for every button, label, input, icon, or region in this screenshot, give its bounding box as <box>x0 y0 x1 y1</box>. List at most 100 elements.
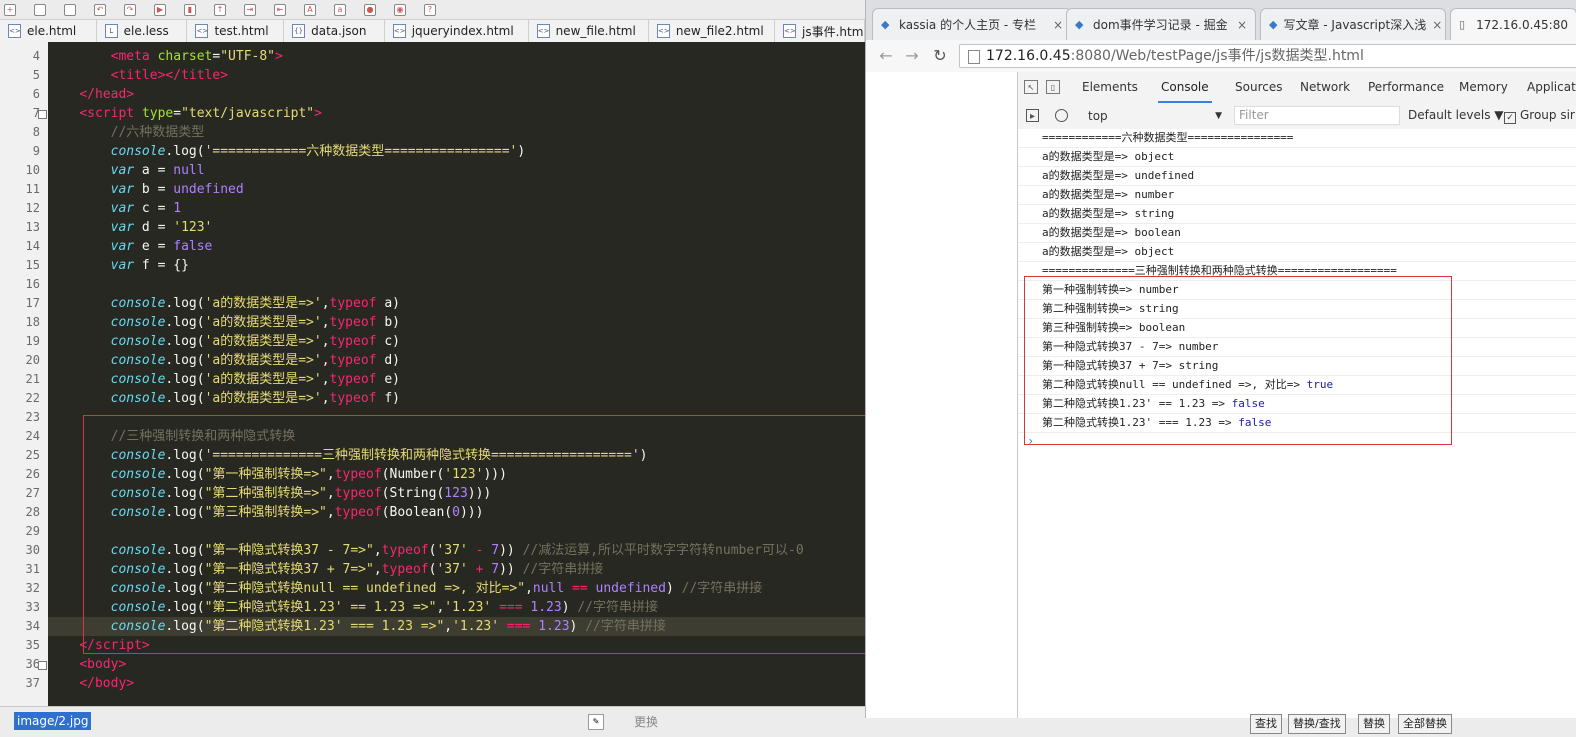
console-line: a的数据类型是=> boolean <box>1018 224 1576 243</box>
console-prompt-icon[interactable]: › <box>1027 434 1034 448</box>
console-toolbar: ▸ top ▼ Filter Default levels ▼ ✓ Group si… <box>1018 103 1576 130</box>
console-line: 第一种隐式转换37 - 7=> number <box>1018 338 1576 357</box>
tab-file[interactable]: Lele.less <box>97 20 188 42</box>
find-button[interactable]: 查找 <box>1250 714 1282 734</box>
console-line: a的数据类型是=> undefined <box>1018 167 1576 186</box>
line-number: 19 <box>25 334 40 348</box>
console-line: 第二种隐式转换1.23' == 1.23 => false <box>1018 395 1576 414</box>
back-icon[interactable]: ← <box>876 46 896 66</box>
line-number: 22 <box>25 391 40 405</box>
line-number: 10 <box>25 163 40 177</box>
line-number: 15 <box>25 258 40 272</box>
code-line: console.log('a的数据类型是=>',typeof f) <box>110 391 400 406</box>
levels-select[interactable]: Default levels ▼ <box>1408 108 1504 122</box>
tab-application[interactable]: Applicat <box>1527 72 1576 103</box>
browser-tab[interactable]: ◆ 写文章 - Javascript深入浅 × <box>1260 8 1446 40</box>
console-line: a的数据类型是=> number <box>1018 186 1576 205</box>
console-output: ============六种数据类型================ a的数据类… <box>1018 129 1576 718</box>
line-number: 16 <box>25 277 40 291</box>
tab-elements[interactable]: Elements <box>1082 72 1138 103</box>
close-icon[interactable]: × <box>1231 18 1247 32</box>
file-path[interactable]: image/2.jpg <box>14 712 92 730</box>
line-number: 4 <box>32 49 40 63</box>
tab-file[interactable]: <> js事件.htm <box>775 20 865 42</box>
tab-file[interactable]: <> jqueryindex.html <box>385 20 529 42</box>
save-icon[interactable] <box>34 3 46 16</box>
tab-file[interactable]: <> test.html <box>187 20 285 42</box>
page-info-icon[interactable] <box>968 50 980 64</box>
code-line-current: console.log("第二种隐式转换1.23' === 1.23 =>",'… <box>48 617 865 636</box>
tab-memory[interactable]: Memory <box>1459 72 1508 103</box>
code-line: </body> <box>79 676 135 691</box>
line-number: 14 <box>25 239 40 253</box>
line-number: 31 <box>25 562 40 576</box>
close-icon[interactable]: × <box>1047 18 1063 32</box>
replace-find-button[interactable]: 替换/查找 <box>1288 714 1346 734</box>
browser-tab[interactable]: ◆ kassia 的个人主页 - 专栏 × <box>872 8 1072 40</box>
juejin-icon: ◆ <box>1269 17 1278 31</box>
indent-icon[interactable]: ⇥ <box>244 3 256 16</box>
tab-file[interactable]: <> new_file2.html <box>649 20 776 42</box>
code-line: console.log('============六种数据类型=========… <box>110 144 526 159</box>
url-input[interactable]: 172.16.0.45:8080/Web/testPage/js事件/js数据类… <box>959 44 1576 68</box>
line-number: 29 <box>25 524 40 538</box>
outdent-icon[interactable]: ⇤ <box>274 3 286 16</box>
line-number: 11 <box>25 182 40 196</box>
browser-tab[interactable]: ◆ dom事件学习记录 - 掘金 × <box>1066 8 1256 40</box>
new-file-icon[interactable]: + <box>4 3 16 16</box>
tab-file[interactable]: <> new_file.html <box>529 20 649 42</box>
code-line: console.log("第二种隐式转换1.23' == 1.23 =>",'1… <box>110 600 659 615</box>
page-viewport <box>866 72 1018 718</box>
replace-input[interactable]: 更换 <box>634 713 658 730</box>
bookmark-icon[interactable]: ▮ <box>184 3 196 16</box>
filter-input[interactable]: Filter <box>1234 106 1400 125</box>
preview-icon[interactable]: ● <box>364 3 376 16</box>
tab-file[interactable]: {} data.json <box>284 20 385 42</box>
less-file-icon: L <box>104 24 118 38</box>
code-line: <title></title> <box>110 68 229 83</box>
tools-icon[interactable]: ✎ <box>588 714 604 730</box>
console-line: 第二种隐式转换null == undefined =>, 对比=> true <box>1018 376 1576 395</box>
code-area[interactable]: <meta charset="UTF-8"> <title></title> <… <box>48 42 865 706</box>
help-icon[interactable]: ? <box>424 3 436 16</box>
inspect-icon[interactable]: ↖ <box>1024 80 1038 94</box>
line-number: 27 <box>25 486 40 500</box>
clear-console-icon[interactable] <box>1055 109 1068 122</box>
close-icon[interactable]: × <box>1426 18 1442 32</box>
console-line: 第三种强制转换=> boolean <box>1018 319 1576 338</box>
tab-performance[interactable]: Performance <box>1368 72 1444 103</box>
font-larger-icon[interactable]: A <box>304 3 316 16</box>
json-file-icon: {} <box>292 24 306 38</box>
run-icon[interactable]: ▶ <box>154 3 166 16</box>
tab-network[interactable]: Network <box>1300 72 1350 103</box>
tab-sources[interactable]: Sources <box>1235 72 1282 103</box>
code-line: var b = undefined <box>110 182 244 197</box>
device-toggle-icon[interactable]: ▯ <box>1046 80 1060 94</box>
devtools-tabs: ↖ ▯ Elements Console Sources Network Per… <box>1018 72 1576 104</box>
code-line: //六种数据类型 <box>110 125 205 140</box>
group-similar-checkbox[interactable]: ✓ Group sir <box>1504 108 1575 124</box>
browser-icon[interactable]: ◉ <box>394 3 406 16</box>
save-all-icon[interactable] <box>64 3 76 16</box>
tab-file[interactable]: <> ele.html <box>0 20 97 42</box>
tab-console[interactable]: Console <box>1158 72 1212 103</box>
reload-icon[interactable]: ↻ <box>930 46 950 66</box>
fold-toggle-icon[interactable] <box>38 110 47 119</box>
line-number: 26 <box>25 467 40 481</box>
replace-button[interactable]: 替换 <box>1358 714 1390 734</box>
font-smaller-icon[interactable]: a <box>334 3 346 16</box>
context-select[interactable]: top ▼ <box>1088 107 1228 125</box>
fold-toggle-icon[interactable] <box>38 661 47 670</box>
code-line: <body> <box>79 657 127 672</box>
forward-icon[interactable]: → <box>902 46 922 66</box>
redo-icon[interactable]: ↷ <box>124 3 136 16</box>
line-number: 24 <box>25 429 40 443</box>
browser-tab-active[interactable]: ▯ 172.16.0.45:80 <box>1450 8 1576 40</box>
sidebar-toggle-icon[interactable]: ▸ <box>1026 109 1039 122</box>
upload-icon[interactable]: ↑ <box>214 3 226 16</box>
replace-all-button[interactable]: 全部替换 <box>1398 714 1452 734</box>
undo-icon[interactable]: ↶ <box>94 3 106 16</box>
code-line: </script> <box>79 638 150 653</box>
code-line: var f = {} <box>110 258 189 273</box>
